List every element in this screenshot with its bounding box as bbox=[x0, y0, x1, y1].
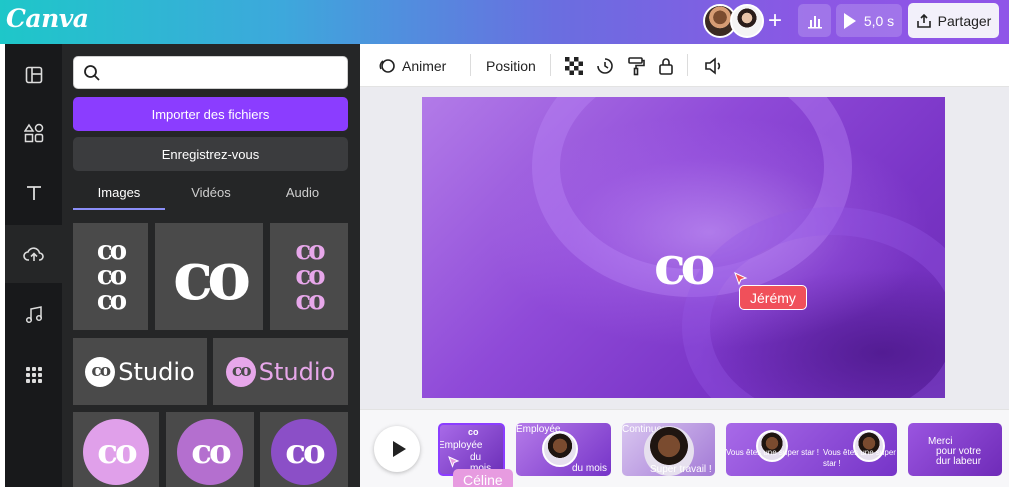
music-icon bbox=[25, 306, 42, 324]
signup-button[interactable]: Enregistrez-vous bbox=[73, 137, 348, 171]
tab-images[interactable]: Images bbox=[73, 182, 165, 210]
lock-button[interactable] bbox=[658, 44, 674, 87]
tile-studio-logo: co Studio bbox=[85, 356, 195, 387]
upload-tile-co-circle-pink[interactable]: co bbox=[73, 412, 159, 487]
canva-logo[interactable]: Canva bbox=[6, 4, 89, 33]
page-thumbnail-4[interactable]: Vous êtes une super star ! Vous êtes une… bbox=[726, 423, 897, 476]
play-icon bbox=[843, 12, 856, 29]
collaborator-avatar-celine[interactable] bbox=[730, 4, 764, 38]
collaborator-tag-jeremy: Jérémy bbox=[739, 285, 807, 310]
rail-uploads[interactable] bbox=[5, 225, 62, 283]
search-icon bbox=[84, 65, 100, 81]
editor-toolbar: Animer Position bbox=[360, 44, 1009, 87]
play-duration: 5,0 s bbox=[863, 12, 895, 29]
shapes-icon bbox=[23, 123, 43, 143]
transparency-button[interactable] bbox=[565, 44, 583, 87]
upload-tile-co-stack-white[interactable]: co co co bbox=[73, 223, 148, 330]
top-bar: Canva + 5,0 s Partager bbox=[0, 0, 1009, 44]
tab-videos[interactable]: Vidéos bbox=[165, 182, 257, 210]
search-box[interactable] bbox=[73, 56, 348, 89]
thumb-text: Vous êtes une super star ! bbox=[726, 448, 819, 457]
tile-circle-logo: co bbox=[271, 419, 337, 485]
page-thumbnail-5[interactable]: Merci pour votre dur labeur bbox=[908, 423, 1002, 476]
canva-editor: Canva + 5,0 s Partager Importer des fich… bbox=[0, 0, 1024, 487]
page-thumbnail-2[interactable]: Employée du mois bbox=[516, 423, 611, 476]
media-tabs: Images Vidéos Audio bbox=[73, 182, 348, 210]
upload-tile-co-circle-purple[interactable]: co bbox=[260, 412, 348, 487]
timeline-play-button[interactable] bbox=[374, 426, 420, 472]
rail-apps[interactable] bbox=[5, 346, 62, 404]
insights-button[interactable] bbox=[798, 4, 831, 37]
toolbar-divider bbox=[687, 54, 688, 76]
add-collaborator-button[interactable]: + bbox=[760, 6, 790, 36]
paint-roller-icon bbox=[628, 56, 645, 75]
collaborator-cursor-icon bbox=[734, 272, 748, 286]
animate-label: Animer bbox=[402, 57, 447, 74]
rail-elements[interactable] bbox=[5, 104, 62, 162]
present-play-button[interactable]: 5,0 s bbox=[836, 4, 902, 37]
bar-chart-icon bbox=[807, 15, 822, 28]
canvas-stage: co bbox=[360, 87, 1009, 409]
timing-button[interactable] bbox=[595, 44, 615, 87]
tile-circle-logo: co bbox=[83, 419, 149, 485]
position-label: Position bbox=[486, 57, 536, 74]
uploads-panel: Importer des fichiers Enregistrez-vous I… bbox=[62, 44, 360, 487]
import-files-button[interactable]: Importer des fichiers bbox=[73, 97, 348, 131]
tile-circle-logo: co bbox=[177, 419, 243, 485]
position-button[interactable]: Position bbox=[486, 44, 536, 87]
employee-photo bbox=[542, 431, 578, 467]
thumb-text: Super travail ! bbox=[650, 464, 712, 475]
volume-button[interactable] bbox=[704, 44, 724, 87]
slide-logo[interactable]: co bbox=[654, 240, 715, 292]
lock-icon bbox=[659, 57, 673, 75]
upload-tile-co-studio-white[interactable]: co Studio bbox=[73, 338, 207, 405]
thumb-logo: co bbox=[468, 427, 479, 437]
tab-audio[interactable]: Audio bbox=[257, 182, 348, 210]
thumb-text: du mois bbox=[572, 463, 608, 474]
upload-icon bbox=[22, 247, 44, 261]
copy-style-button[interactable] bbox=[627, 44, 645, 87]
side-navigation bbox=[5, 44, 62, 487]
page-thumbnail-3[interactable]: Continuez Super travail ! bbox=[622, 423, 715, 476]
apps-icon bbox=[25, 367, 42, 383]
upload-tile-co-circle-mauve[interactable]: co bbox=[166, 412, 254, 487]
tile-logo-text: co bbox=[172, 237, 251, 316]
collaborator-cursor-icon bbox=[448, 456, 460, 468]
animate-button[interactable]: Animer bbox=[378, 44, 446, 87]
speaker-icon bbox=[705, 56, 721, 75]
thumb-text: dur labeur bbox=[936, 456, 982, 467]
thumb-text: Employée bbox=[438, 440, 483, 451]
collaborator-tag-celine: Céline bbox=[453, 469, 513, 487]
share-button[interactable]: Partager bbox=[908, 3, 999, 38]
rail-text[interactable] bbox=[5, 164, 62, 222]
share-label: Partager bbox=[937, 12, 992, 29]
tile-studio-logo: co Studio bbox=[225, 356, 335, 387]
play-icon bbox=[392, 441, 406, 457]
toolbar-divider bbox=[550, 54, 551, 76]
slide-canvas[interactable]: co bbox=[422, 97, 945, 398]
rail-audio[interactable] bbox=[5, 286, 62, 344]
toolbar-divider bbox=[470, 54, 471, 76]
upload-tile-co-large[interactable]: co bbox=[155, 223, 263, 330]
share-upload-icon bbox=[916, 13, 931, 28]
tile-logo-text: co co co bbox=[96, 236, 127, 316]
text-icon bbox=[26, 186, 41, 200]
animate-icon bbox=[379, 58, 395, 73]
tile-logo-text: co co co bbox=[295, 236, 325, 316]
search-input[interactable] bbox=[110, 62, 340, 84]
timing-icon bbox=[597, 57, 613, 74]
transparency-icon bbox=[565, 56, 583, 75]
upload-tile-co-studio-pink[interactable]: co Studio bbox=[213, 338, 348, 405]
rail-templates[interactable] bbox=[5, 46, 62, 104]
upload-tile-co-stack-pink[interactable]: co co co bbox=[270, 223, 348, 330]
layout-icon bbox=[25, 66, 42, 84]
thumb-text: Vous êtes une super star ! bbox=[823, 448, 896, 468]
